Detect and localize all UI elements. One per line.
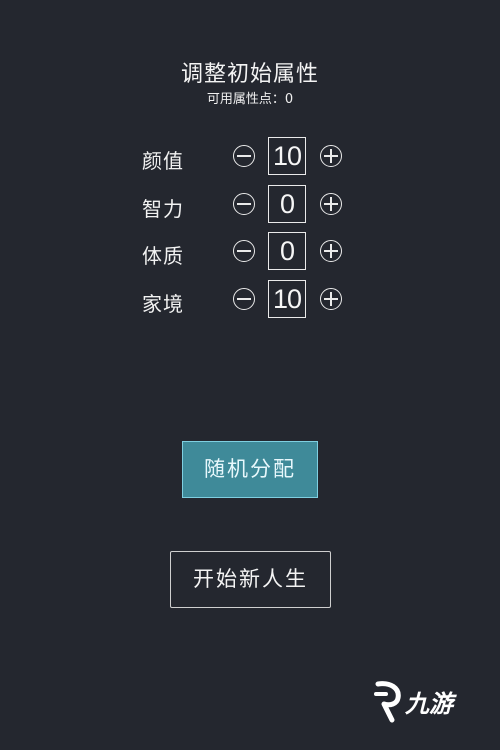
attribute-value: 10: [268, 280, 306, 318]
plus-icon[interactable]: [320, 145, 342, 167]
attribute-label: 智力: [142, 197, 184, 221]
start-new-life-button[interactable]: 开始新人生: [170, 551, 331, 608]
minus-icon[interactable]: [233, 193, 255, 215]
attribute-row-appearance: 颜值 10: [0, 137, 500, 177]
random-allocate-button[interactable]: 随机分配: [182, 441, 318, 498]
logo-icon: [374, 681, 401, 723]
minus-icon[interactable]: [233, 145, 255, 167]
plus-icon[interactable]: [320, 288, 342, 310]
available-points: 可用属性点：0: [206, 92, 294, 107]
page-title: 调整初始属性: [180, 62, 319, 87]
attribute-value: 10: [268, 137, 306, 175]
attribute-row-family: 家境 10: [0, 280, 500, 320]
minus-icon[interactable]: [233, 288, 255, 310]
attribute-label: 颜值: [142, 149, 184, 173]
attribute-row-intelligence: 智力 0: [0, 185, 500, 225]
watermark: 九游: [370, 680, 480, 724]
watermark-text: 九游: [405, 690, 453, 718]
attribute-row-constitution: 体质 0: [0, 232, 500, 272]
plus-icon[interactable]: [320, 240, 342, 262]
minus-icon[interactable]: [233, 240, 255, 262]
attribute-value: 0: [268, 185, 306, 223]
attribute-label: 体质: [142, 244, 184, 268]
attribute-label: 家境: [142, 292, 184, 316]
plus-icon[interactable]: [320, 193, 342, 215]
attribute-value: 0: [268, 232, 306, 270]
